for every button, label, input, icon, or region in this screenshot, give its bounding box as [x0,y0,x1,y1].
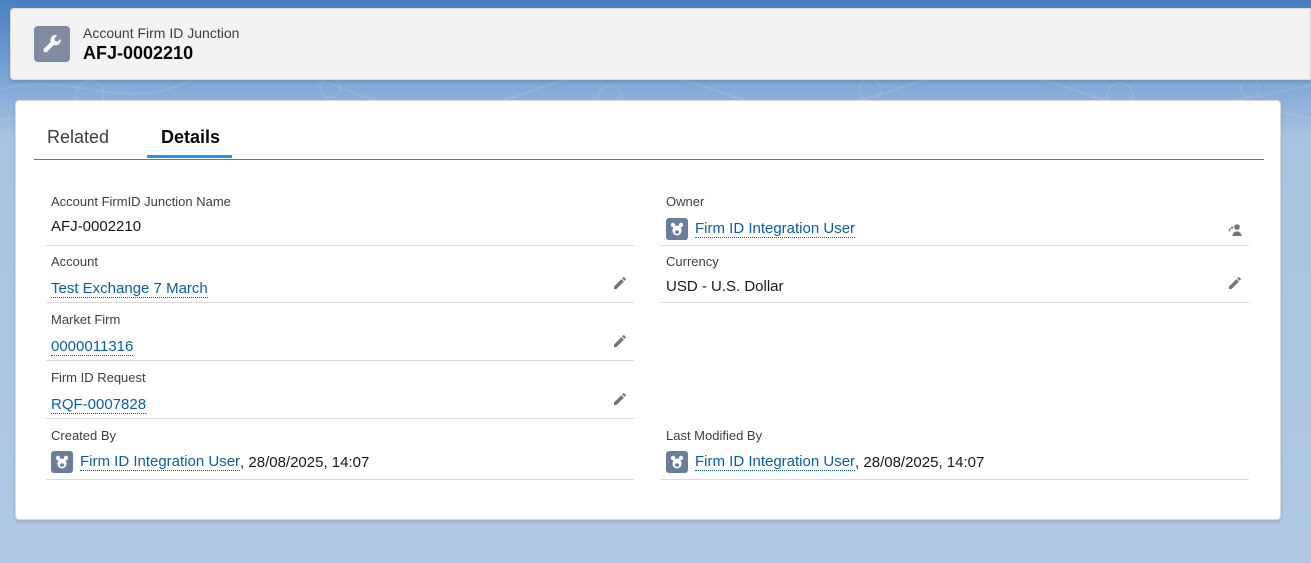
wrench-icon [34,26,70,62]
field-currency: Currency USD - U.S. Dollar [661,249,1249,303]
field-market-firm: Market Firm 0000011316 [46,307,634,361]
field-label: Currency [666,254,719,269]
details-card: Related Details Account FirmID Junction … [15,100,1281,520]
field-created-by: Created By Firm ID Integration User , 28… [46,423,634,480]
tab-bar: Related Details [34,101,1264,160]
user-avatar-icon [666,218,688,240]
field-label: Market Firm [51,312,121,327]
field-account: Account Test Exchange 7 March [46,249,634,303]
firm-id-request-link[interactable]: RQF-0007828 [51,396,147,414]
field-value: AFJ-0002210 [51,218,142,235]
field-owner: Owner Firm ID Integration User [661,191,1249,246]
active-tab-indicator [147,155,232,158]
tab-related[interactable]: Related [47,127,109,148]
user-avatar-icon [666,451,688,473]
field-label: Firm ID Request [51,370,146,385]
last-modified-date: , 28/08/2025, 14:07 [855,453,985,471]
pencil-icon[interactable] [612,391,628,407]
field-label: Account FirmID Junction Name [51,194,231,209]
record-header: Account Firm ID Junction AFJ-0002210 [10,8,1311,80]
user-avatar-icon [51,451,73,473]
pencil-icon[interactable] [1227,275,1243,291]
field-value: USD - U.S. Dollar [666,278,784,295]
field-name: Account FirmID Junction Name AFJ-0002210 [46,191,634,246]
tab-details[interactable]: Details [161,127,220,148]
pencil-icon[interactable] [612,333,628,349]
object-type-label: Account Firm ID Junction [83,25,240,41]
pencil-icon[interactable] [612,275,628,291]
field-label: Last Modified By [666,428,763,443]
market-firm-link[interactable]: 0000011316 [51,338,134,356]
field-firm-id-request: Firm ID Request RQF-0007828 [46,365,634,419]
field-label: Owner [666,194,705,209]
record-title: AFJ-0002210 [83,43,194,63]
field-label: Account [51,254,98,269]
change-owner-icon[interactable] [1227,222,1243,238]
last-modified-by-user-link[interactable]: Firm ID Integration User [695,453,856,471]
created-date: , 28/08/2025, 14:07 [240,453,370,471]
owner-link[interactable]: Firm ID Integration User [695,220,856,238]
created-by-user-link[interactable]: Firm ID Integration User [80,453,241,471]
field-last-modified-by: Last Modified By Firm ID Integration Use… [661,423,1249,480]
field-label: Created By [51,428,117,443]
account-link[interactable]: Test Exchange 7 March [51,280,208,298]
